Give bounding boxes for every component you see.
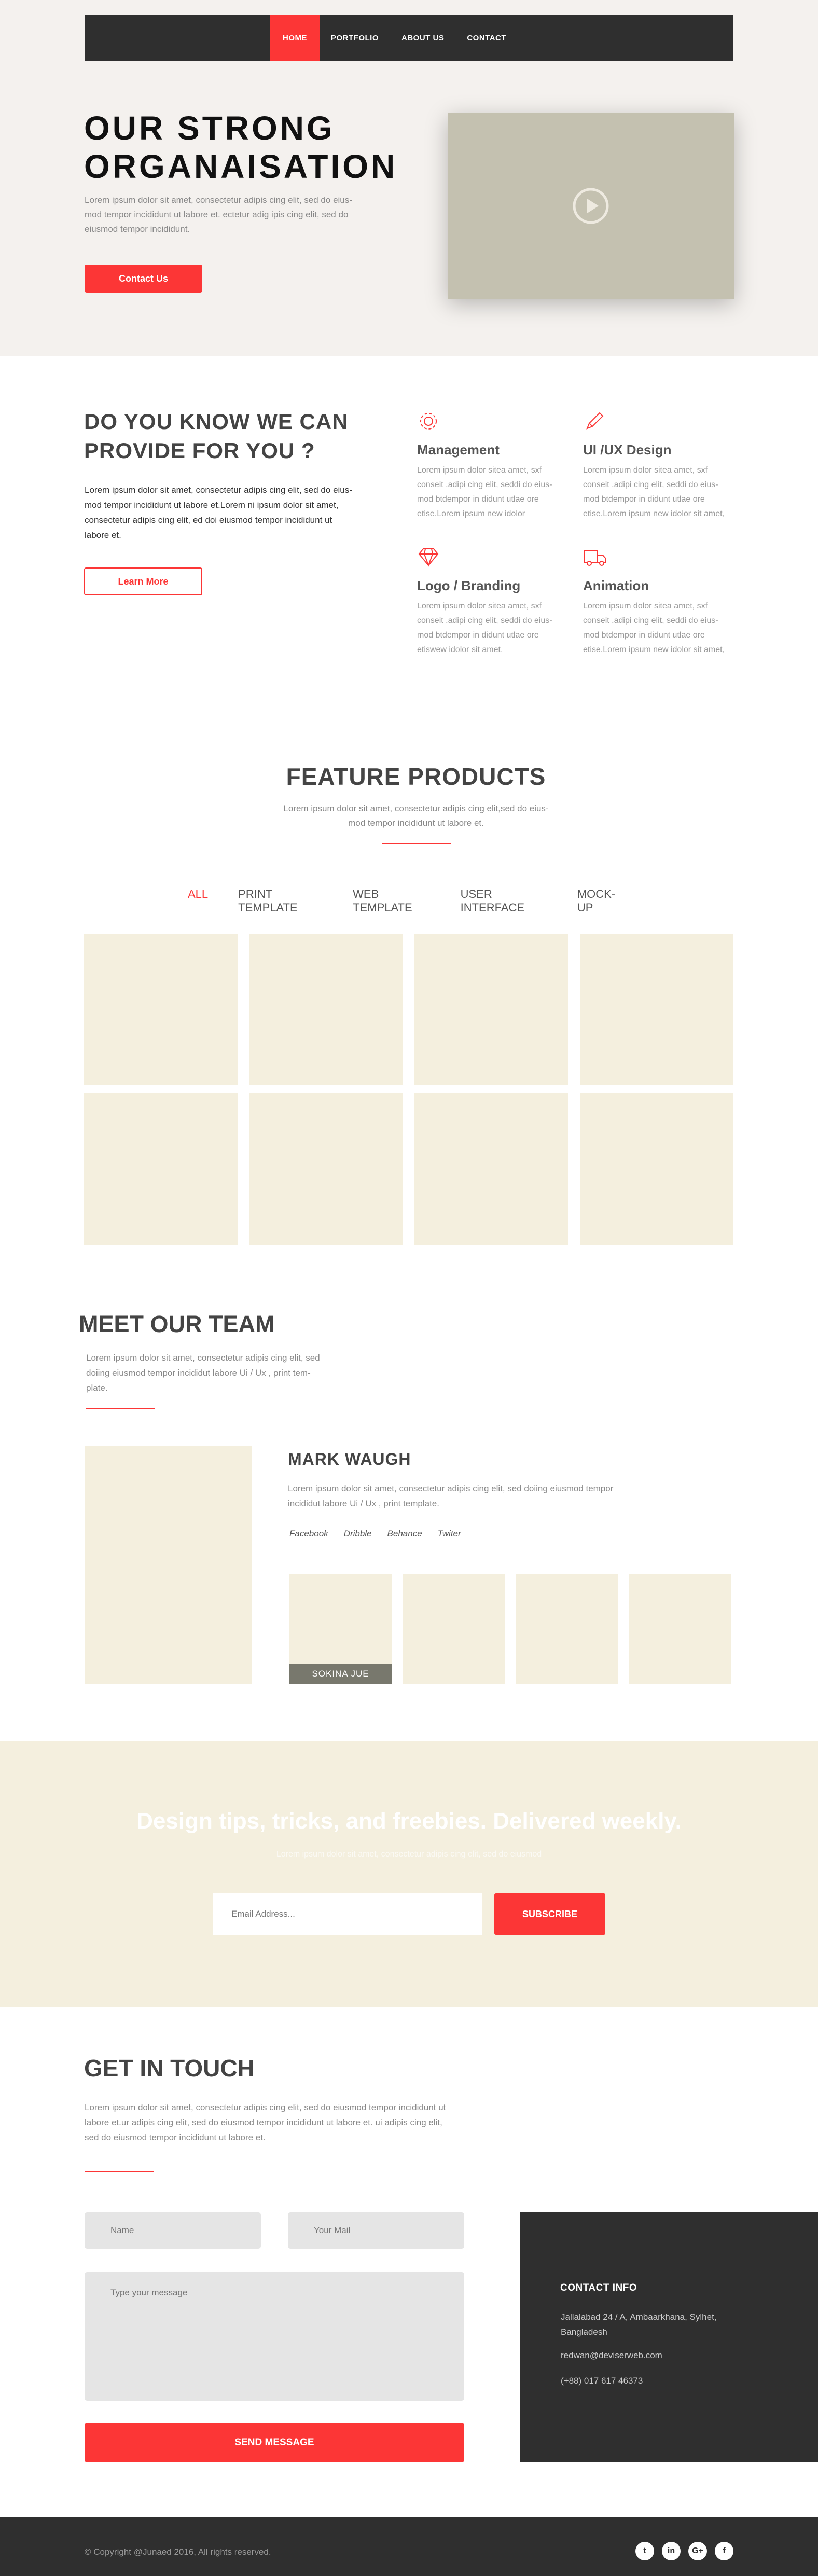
twitter-link[interactable]: Twiter: [438, 1529, 461, 1539]
hero-description: Lorem ipsum dolor sit amet, consectetur …: [85, 195, 352, 234]
learn-more-button[interactable]: Learn More: [84, 567, 202, 595]
team-member-photo: [85, 1446, 252, 1684]
pencil-icon: [583, 410, 733, 433]
hero-title: OUR STRONG ORGANAISATION: [84, 109, 447, 186]
team-thumb[interactable]: [403, 1574, 505, 1684]
service-title: Logo / Branding: [417, 578, 521, 593]
title-underline: [85, 2171, 154, 2172]
contact-description: Lorem ipsum dolor sit amet, consectetur …: [85, 2102, 446, 2142]
google-plus-icon[interactable]: G+: [688, 2542, 707, 2560]
nav-portfolio[interactable]: PORTFOLIO: [320, 15, 390, 61]
newsletter-title: Design tips, tricks, and freebies. Deliv…: [136, 1808, 682, 1834]
services-title: DO YOU KNOW WE CAN PROVIDE FOR YOU ?: [84, 409, 349, 463]
service-title: Management: [417, 442, 500, 458]
nav-about-us[interactable]: ABOUT US: [390, 15, 455, 61]
service-title: UI /UX Design: [583, 442, 672, 458]
product-filter-tabs: ALL PRINT TEMPLATE WEB TEMPLATE USER INT…: [188, 888, 655, 915]
service-text: Lorem ipsum dolor sitea amet, sxf consei…: [417, 466, 552, 518]
contact-phone: (+88) 017 617 46373: [561, 2376, 643, 2386]
facebook-link[interactable]: Facebook: [289, 1529, 328, 1539]
service-animation: Animation Lorem ipsum dolor sitea amet, …: [583, 546, 733, 657]
dribble-link[interactable]: Dribble: [344, 1529, 372, 1539]
product-card[interactable]: [249, 934, 403, 1085]
hero-title-line1: OUR STRONG: [84, 109, 335, 147]
contact-us-button[interactable]: Contact Us: [85, 265, 202, 293]
newsletter-section: [0, 1741, 818, 2007]
service-text: Lorem ipsum dolor sitea amet, sxf consei…: [417, 602, 552, 654]
team-member-socials: Facebook Dribble Behance Twiter: [289, 1529, 477, 1539]
filter-all[interactable]: ALL: [188, 888, 208, 915]
subscribe-button[interactable]: SUBSCRIBE: [494, 1893, 605, 1935]
hero-title-line2: ORGANAISATION: [84, 148, 398, 185]
product-card[interactable]: [580, 934, 733, 1085]
product-card[interactable]: [580, 1093, 733, 1245]
filter-user-interface[interactable]: USER INTERFACE: [461, 888, 547, 915]
diamond-icon: [417, 546, 567, 569]
play-icon[interactable]: [572, 187, 609, 225]
team-thumb[interactable]: [516, 1574, 618, 1684]
team-member-bio: Lorem ipsum dolor sit amet, consectetur …: [288, 1484, 614, 1508]
team-member-name: MARK WAUGH: [288, 1450, 411, 1469]
filter-mock-up[interactable]: MOCK-UP: [577, 888, 625, 915]
video-player[interactable]: [448, 113, 734, 299]
service-branding: Logo / Branding Lorem ipsum dolor sitea …: [417, 546, 567, 657]
feature-products-title: FEATURE PRODUCTS: [286, 763, 546, 790]
main-navbar: HOME PORTFOLIO ABOUT US CONTACT: [85, 15, 733, 61]
service-ui-ux: UI /UX Design Lorem ipsum dolor sitea am…: [583, 410, 733, 521]
nav-contact[interactable]: CONTACT: [455, 15, 518, 61]
product-card[interactable]: [414, 934, 568, 1085]
product-card[interactable]: [84, 934, 238, 1085]
team-thumb[interactable]: [629, 1574, 731, 1684]
name-field[interactable]: [85, 2212, 261, 2249]
contact-email[interactable]: redwan@deviserweb.com: [561, 2348, 727, 2363]
filter-print-template[interactable]: PRINT TEMPLATE: [238, 888, 323, 915]
title-underline: [86, 1408, 155, 1409]
newsletter-subtitle: Lorem ipsum dolor sit amet, consectetur …: [276, 1850, 542, 1859]
message-field[interactable]: [85, 2272, 464, 2401]
gear-icon: [417, 410, 567, 433]
service-text: Lorem ipsum dolor sitea amet, sxf consei…: [583, 466, 725, 518]
email-field[interactable]: [288, 2212, 464, 2249]
twitter-icon[interactable]: t: [635, 2542, 654, 2560]
service-text: Lorem ipsum dolor sitea amet, sxf consei…: [583, 602, 725, 654]
truck-icon: [583, 546, 733, 569]
contact-title: GET IN TOUCH: [84, 2055, 255, 2082]
send-message-button[interactable]: SEND MESSAGE: [85, 2423, 464, 2462]
facebook-icon[interactable]: f: [715, 2542, 733, 2560]
service-management: Management Lorem ipsum dolor sitea amet,…: [417, 410, 567, 521]
behance-link[interactable]: Behance: [387, 1529, 422, 1539]
service-title: Animation: [583, 578, 649, 593]
product-card[interactable]: [84, 1093, 238, 1245]
contact-info-title: CONTACT INFO: [560, 2282, 637, 2293]
title-underline: [382, 843, 451, 844]
product-card[interactable]: [414, 1093, 568, 1245]
nav-home[interactable]: HOME: [270, 15, 320, 61]
services-description: Lorem ipsum dolor sit amet, consectetur …: [85, 485, 352, 540]
filter-web-template[interactable]: WEB TEMPLATE: [353, 888, 430, 915]
email-input[interactable]: [213, 1893, 482, 1935]
feature-products-subtitle: Lorem ipsum dolor sit amet, consectetur …: [283, 804, 549, 828]
copyright-text: © Copyright @Junaed 2016, All rights res…: [85, 2547, 271, 2557]
team-thumb-label: SOKINA JUE: [289, 1664, 392, 1684]
contact-address: Jallalabad 24 / A, Ambaarkhana, Sylhet, …: [561, 2312, 717, 2337]
linkedin-icon[interactable]: in: [662, 2542, 681, 2560]
team-title: MEET OUR TEAM: [79, 1311, 275, 1337]
team-subtitle: Lorem ipsum dolor sit amet, consectetur …: [86, 1353, 320, 1393]
product-card[interactable]: [249, 1093, 403, 1245]
